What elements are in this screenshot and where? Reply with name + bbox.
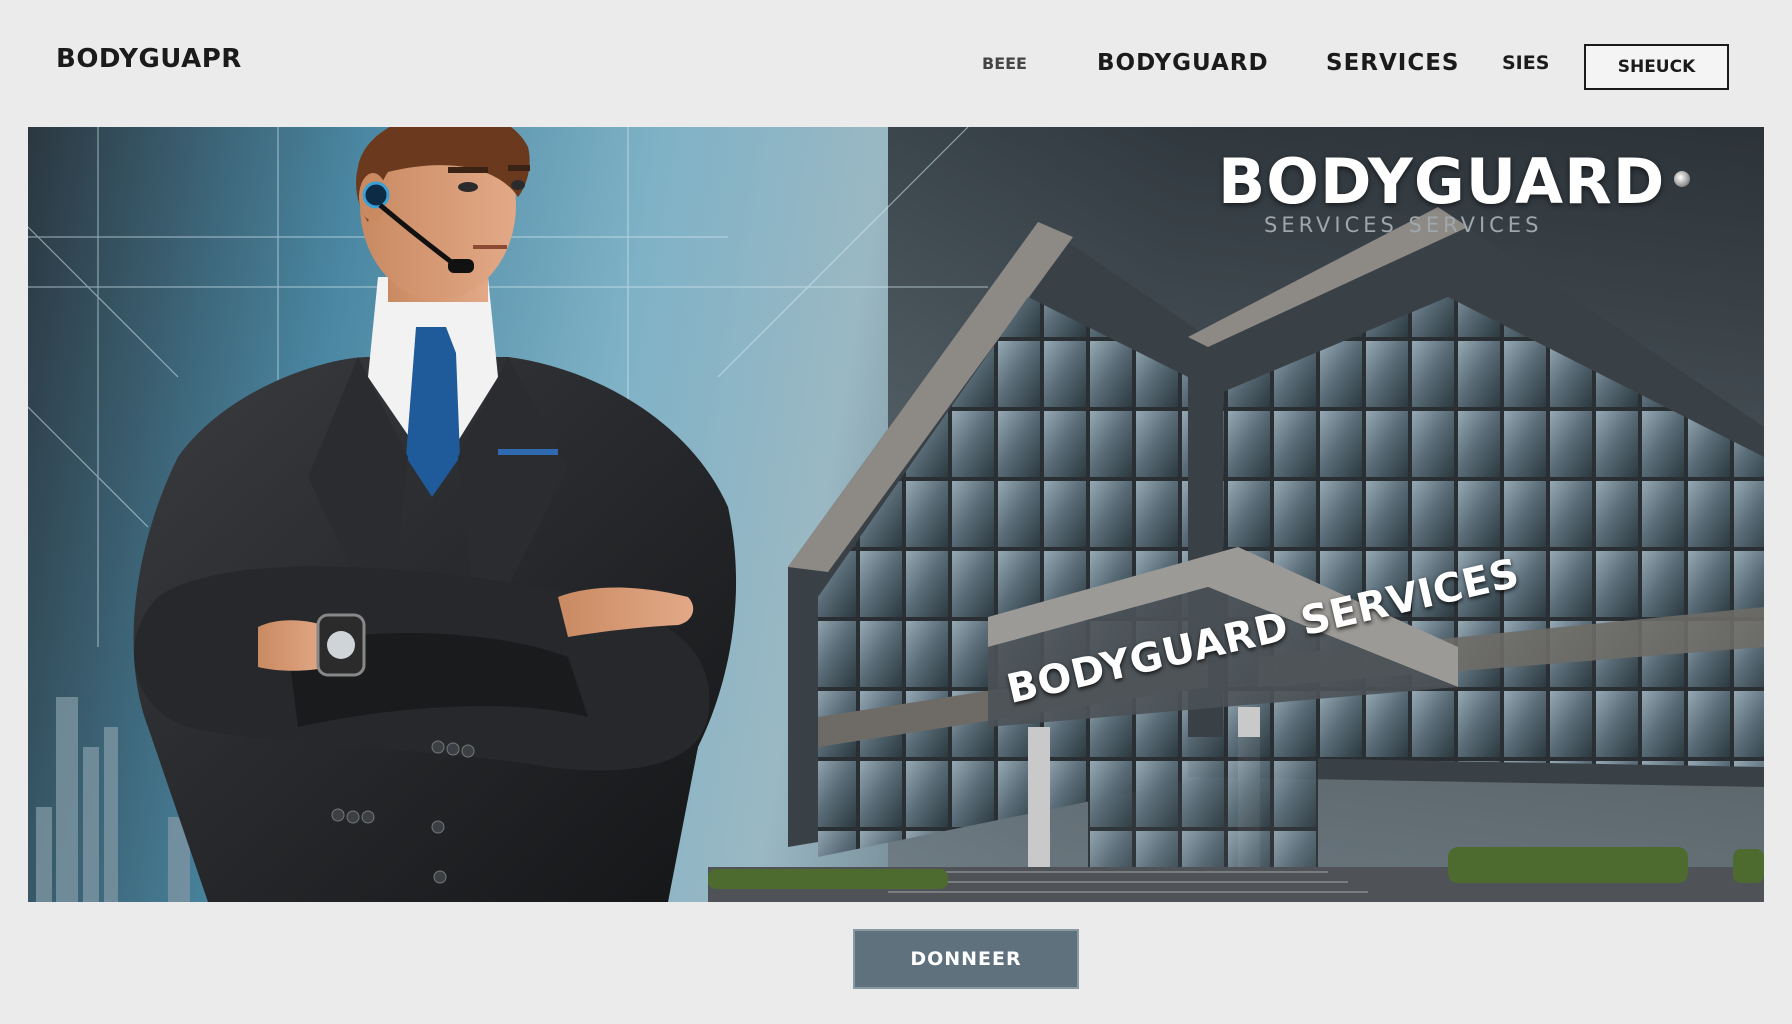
- hero-title: BODYGUARD: [1218, 145, 1666, 218]
- search-button[interactable]: SHEUCK: [1584, 44, 1729, 90]
- nav-item-1[interactable]: BEEE: [982, 54, 1027, 73]
- hero-banner: BODYGUARD SERVICES SERVICES BODYGUARD SE…: [28, 127, 1764, 902]
- nav-item-4[interactable]: SIES: [1502, 52, 1549, 74]
- hero-subtitle: SERVICES SERVICES: [1264, 213, 1543, 237]
- nav-item-services[interactable]: SERVICES: [1326, 50, 1460, 76]
- main-nav: BEEE BODYGUARD SERVICES SIES: [0, 50, 1792, 80]
- nav-item-bodyguard[interactable]: BODYGUARD: [1097, 50, 1269, 76]
- bodyguard-figure: [133, 127, 737, 902]
- cta-button-label: DONNEER: [910, 948, 1022, 970]
- search-button-label: SHEUCK: [1617, 57, 1696, 77]
- cta-button[interactable]: DONNEER: [853, 929, 1079, 989]
- hero-illustration: [28, 127, 1764, 902]
- globe-icon: [1674, 171, 1690, 187]
